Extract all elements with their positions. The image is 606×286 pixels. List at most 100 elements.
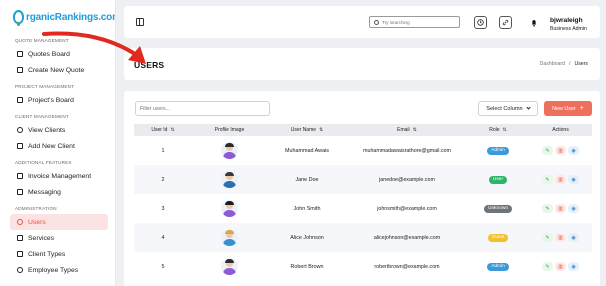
sidebar-item-label: Services [28,234,55,242]
column-header-user-id[interactable]: User Id ⇅ [134,124,192,136]
avatar [221,200,238,217]
edit-icon[interactable]: ✎ [542,175,553,184]
sidebar-item-client-types[interactable]: Client Types [10,246,108,262]
services-icon [17,235,23,241]
user-id-cell: 3 [161,205,165,212]
user-id-cell: 4 [161,234,165,241]
sidebar-toggle-icon[interactable] [136,18,144,26]
sidebar-item-label: Employee Types [28,266,79,274]
table-row: 2 Jane Doe janedoe@example.com User ✎ ▥ … [134,165,592,194]
link-button[interactable] [499,16,512,29]
breadcrumb: Dashboard / Users [540,61,588,67]
delete-icon[interactable]: ▥ [555,204,566,213]
role-cell: Admin [467,252,529,281]
user-id-cell: 5 [161,263,165,270]
table-row: 3 John Smith johnsmith@example.com Unkno… [134,194,592,223]
edit-icon[interactable]: ✎ [542,233,553,242]
new-user-button[interactable]: New User + [544,101,592,116]
delete-icon[interactable]: ▥ [555,233,566,242]
user-role: Business Admin [550,26,587,32]
table-row: 1 Muhammad Awais muhammadawaisrathore@gm… [134,136,592,165]
user-name-cell: John Smith [293,205,321,212]
page-title-bar: USERS Dashboard / Users [124,48,600,80]
sidebar-item-users[interactable]: Users [10,214,108,230]
table-row: 5 Robert Brown robertbrown@example.com A… [134,252,592,281]
profile-image-cell [192,194,267,223]
profile-image-cell [192,223,267,252]
sidebar-section-title: ADMINISTRATION [15,206,57,211]
edit-icon[interactable]: ✎ [542,262,553,271]
profile-image-cell [192,165,267,194]
sidebar-item-employee-types[interactable]: Employee Types [10,262,108,278]
edit-icon[interactable]: ✎ [542,204,553,213]
sidebar-section-title: QUOTE MANAGEMENT [15,38,69,43]
role-cell: Unknown [467,194,529,223]
sidebar-item-label: View Clients [28,126,66,134]
role-cell: Guest [467,223,529,252]
user-name-cell: Jane Doe [295,176,319,183]
clock-icon [477,19,484,26]
column-header-role[interactable]: Role ⇅ [467,124,529,136]
table-row: 4 Alice Johnson alicejohnson@example.com… [134,223,592,252]
select-column-dropdown[interactable]: Select Column [478,101,538,116]
sidebar-item-label: Create New Quote [28,66,85,74]
column-header-email[interactable]: Email ⇅ [347,124,467,136]
view-icon[interactable]: ◉ [568,233,579,242]
bell-icon [531,20,536,27]
edit-icon[interactable]: ✎ [542,146,553,155]
sort-icon[interactable]: ⇅ [170,127,174,133]
email-cell: robertbrown@example.com [374,263,440,270]
sidebar-item-messaging[interactable]: Messaging [10,184,108,200]
view-icon[interactable]: ◉ [568,262,579,271]
actions-cell: ✎ ▥ ◉ [529,136,592,165]
delete-icon[interactable]: ▥ [555,175,566,184]
link-icon [502,19,509,26]
delete-icon[interactable]: ▥ [555,262,566,271]
clients-icon [17,127,23,133]
search-box[interactable] [369,16,460,28]
sort-icon[interactable]: ⇅ [413,127,417,133]
view-icon[interactable]: ◉ [568,175,579,184]
breadcrumb-dashboard[interactable]: Dashboard [540,61,565,67]
user-name-cell: Muhammad Awais [285,147,329,154]
sidebar-section-title: CLIENT MANAGEMENT [15,114,69,119]
logo[interactable]: rganicRankings.com [13,10,116,26]
sidebar-item-view-clients[interactable]: View Clients [10,122,108,138]
email-cell: janedoe@example.com [379,176,435,183]
view-icon[interactable]: ◉ [568,146,579,155]
profile-image-cell [192,136,267,165]
search-input[interactable] [382,19,452,25]
user-id-cell: 2 [161,176,165,183]
sort-icon[interactable]: ⇅ [503,127,507,133]
sidebar-item-label: Project's Board [28,96,74,104]
sidebar-item-add-new-client[interactable]: Add New Client [10,138,108,154]
board-icon [17,97,23,103]
actions-cell: ✎ ▥ ◉ [529,165,592,194]
users-table: User Id ⇅ Profile Image User Name ⇅ Email ⇅… [134,124,592,281]
delete-icon[interactable]: ▥ [555,146,566,155]
role-badge: Guest [487,233,509,242]
role-badge: Admin [487,262,509,271]
email-cell: alicejohnson@example.com [373,234,441,241]
bell-button[interactable] [527,16,540,29]
quote-add-icon [17,67,23,73]
role-cell: User [467,165,529,194]
sidebar-item-project-s-board[interactable]: Project's Board [10,92,108,108]
column-header-user-name[interactable]: User Name ⇅ [267,124,347,136]
sidebar-item-invoice-management[interactable]: Invoice Management [10,168,108,184]
avatar [221,171,238,188]
user-name[interactable]: bjwraleigh [550,17,583,24]
sidebar-item-create-new-quote[interactable]: Create New Quote [10,62,108,78]
notifications-button[interactable] [474,16,487,29]
breadcrumb-current: Users [574,61,588,67]
role-badge: Unknown [484,204,512,213]
filter-users-input[interactable] [135,101,270,116]
sidebar-item-services[interactable]: Services [10,230,108,246]
actions-cell: ✎ ▥ ◉ [529,252,592,281]
logo-text: rganicRankings.com [26,11,116,23]
view-icon[interactable]: ◉ [568,204,579,213]
add-client-icon [17,143,23,149]
role-badge: User [488,175,508,184]
sidebar-item-quotes-board[interactable]: Quotes Board [10,46,108,62]
sort-icon[interactable]: ⇅ [319,127,323,133]
